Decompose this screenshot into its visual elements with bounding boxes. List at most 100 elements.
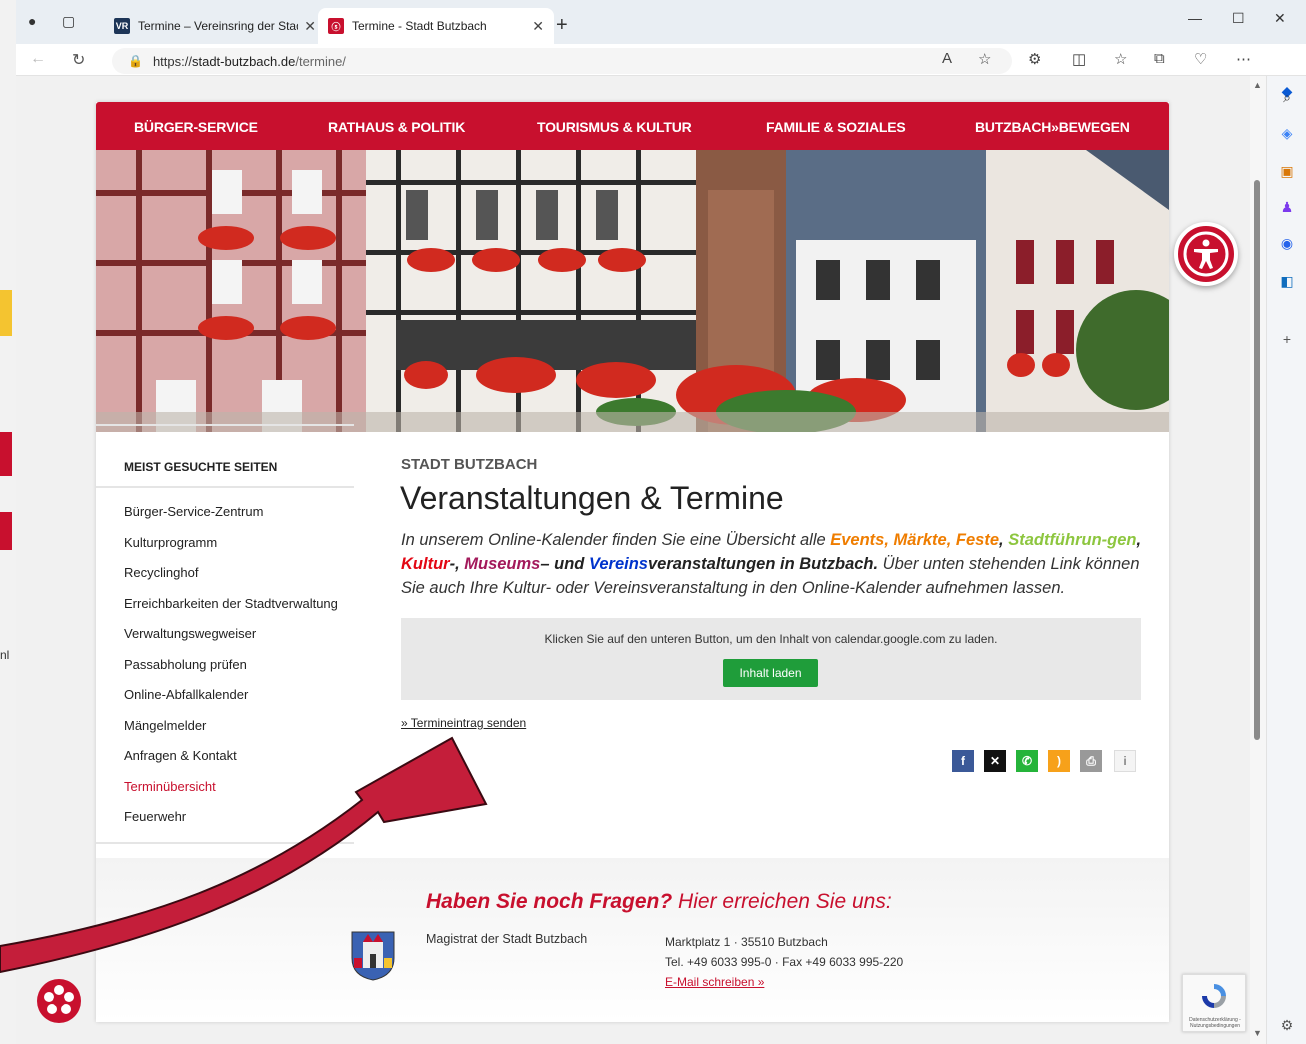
background-window: nl <box>0 0 16 1044</box>
sidebar-link-passabholung[interactable]: Passabholung prüfen <box>124 657 338 688</box>
footer-organization: Magistrat der Stadt Butzbach <box>426 932 588 946</box>
profile-icon[interactable]: ● <box>28 13 36 29</box>
x-icon[interactable]: ✕ <box>984 750 1006 772</box>
sidebar-link-kulturprogramm[interactable]: Kulturprogramm <box>124 535 338 566</box>
close-window-icon[interactable]: ✕ <box>1274 10 1286 27</box>
new-tab-icon[interactable]: + <box>556 14 568 37</box>
divider <box>96 486 354 488</box>
background-text-fragment: nl <box>0 648 10 662</box>
intro-text: In unserem Online-Kalender finden Sie ei… <box>401 528 1146 600</box>
footer-contact: Marktplatz 1 · 35510 Butzbach Tel. +49 6… <box>665 932 903 992</box>
maximize-icon[interactable]: ☐ <box>1232 10 1245 27</box>
page-title: Veranstaltungen & Termine <box>400 480 784 516</box>
collections-icon[interactable]: ⧉ <box>1154 50 1165 67</box>
lock-icon: 🔒 <box>128 54 143 68</box>
intro-museums: Museums <box>464 555 541 573</box>
outlook-icon[interactable]: ◧ <box>1276 270 1298 292</box>
browser-essentials-icon[interactable]: ♡ <box>1194 50 1207 68</box>
intro-comma: , <box>999 531 1009 549</box>
intro-und: – und <box>540 555 589 573</box>
tab-stadt-butzbach[interactable]: ⓢ Termine - Stadt Butzbach ✕ <box>318 8 554 44</box>
sidebar-link-buerger-service-zentrum[interactable]: Bürger-Service-Zentrum <box>124 504 338 535</box>
nav-item-butzbach-bewegen[interactable]: BUTZBACH»BEWEGEN <box>975 119 1130 135</box>
nav-item-rathaus-politik[interactable]: RATHAUS & POLITIK <box>328 119 465 135</box>
sidebar-link-feuerwehr[interactable]: Feuerwehr <box>124 809 338 840</box>
sidebar-link-anfragen-kontakt[interactable]: Anfragen & Kontakt <box>124 748 338 779</box>
scroll-down-icon[interactable]: ▼ <box>1253 1028 1262 1038</box>
calendar-embed-placeholder: Klicken Sie auf den unteren Button, um d… <box>401 618 1141 700</box>
page-kicker: STADT BUTZBACH <box>401 456 538 473</box>
sidebar-link-recyclinghof[interactable]: Recyclinghof <box>124 565 338 596</box>
split-screen-icon[interactable]: ◫ <box>1072 50 1086 68</box>
url-prefix: https:// <box>152 53 192 69</box>
close-icon[interactable]: ✕ <box>532 18 544 35</box>
cookie-settings-icon[interactable] <box>36 978 82 1024</box>
minimize-icon[interactable]: — <box>1188 10 1202 26</box>
url-host: stadt-butzbach.de <box>191 53 296 69</box>
office-icon[interactable]: ◉ <box>1276 232 1298 254</box>
background-red-block <box>0 512 12 550</box>
sidebar-link-abfallkalender[interactable]: Online-Abfallkalender <box>124 687 338 718</box>
intro-feste: Feste <box>955 531 1000 549</box>
nav-item-familie-soziales[interactable]: FAMILIE & SOZIALES <box>766 119 906 135</box>
favorite-star-icon[interactable]: ☆ <box>978 50 991 68</box>
sidebar-settings-icon[interactable]: ⚙ <box>1276 1014 1298 1036</box>
embed-notice: Klicken Sie auf den unteren Button, um d… <box>544 632 998 646</box>
info-icon[interactable]: i <box>1114 750 1136 772</box>
footer-title: Haben Sie noch Fragen? Hier erreichen Si… <box>426 890 892 914</box>
nav-item-tourismus-kultur[interactable]: TOURISMUS & KULTUR <box>537 119 692 135</box>
recaptcha-icon <box>1202 984 1226 1008</box>
whatsapp-icon[interactable]: ✆ <box>1016 750 1038 772</box>
recaptcha-text: Datenschutzerklärung - Nutzungsbedingung… <box>1189 1017 1241 1029</box>
main-navigation: BÜRGER-SERVICE RATHAUS & POLITIK TOURISM… <box>96 102 1169 150</box>
print-icon[interactable]: ⎙ <box>1080 750 1102 772</box>
accessibility-button[interactable] <box>1174 222 1238 286</box>
close-icon[interactable]: ✕ <box>304 18 316 35</box>
sidebar-link-maengelmelder[interactable]: Mängelmelder <box>124 718 338 749</box>
add-sidebar-icon[interactable]: + <box>1276 328 1298 350</box>
hero-image <box>96 150 1169 432</box>
read-aloud-icon[interactable]: A <box>942 50 952 67</box>
footer-address: Marktplatz 1 · 35510 Butzbach <box>665 935 828 949</box>
intro-veranstaltungen: veranstaltungen in Butzbach. <box>647 555 879 573</box>
shopping-icon[interactable]: ◈ <box>1276 122 1298 144</box>
page-container: BÜRGER-SERVICE RATHAUS & POLITIK TOURISM… <box>96 102 1169 1022</box>
sidebar-link-erreichbarkeiten[interactable]: Erreichbarkeiten der Stadtverwaltung <box>124 596 338 627</box>
page-viewport: BÜRGER-SERVICE RATHAUS & POLITIK TOURISM… <box>16 76 1250 1044</box>
butzbach-favicon: ⓢ <box>328 18 344 34</box>
url-input[interactable]: 🔒 https://stadt-butzbach.de/termine/ <box>112 48 1012 74</box>
sidebar-link-list: Bürger-Service-Zentrum Kulturprogramm Re… <box>124 504 338 840</box>
back-icon[interactable]: ← <box>30 50 46 68</box>
footer-phone: Tel. +49 6033 995-0 · Fax +49 6033 995-2… <box>665 955 904 969</box>
favorites-icon[interactable]: ☆ <box>1114 50 1127 68</box>
scroll-up-icon[interactable]: ▲ <box>1253 80 1262 90</box>
footer <box>96 858 1169 1022</box>
sidebar-title: MEIST GESUCHTE SEITEN <box>124 460 278 474</box>
load-content-button[interactable]: Inhalt laden <box>723 659 818 687</box>
address-bar-row: ← ↻ 🔒 https://stadt-butzbach.de/termine/… <box>16 44 1306 76</box>
extensions-icon[interactable]: ⚙ <box>1028 50 1041 68</box>
background-yellow-block <box>0 290 12 336</box>
intro-comma: , <box>1136 531 1142 549</box>
more-menu-icon[interactable]: ⋯ <box>1236 50 1251 68</box>
tab-vereinsring[interactable]: VR Termine – Vereinsring der Stadt B ✕ <box>104 8 326 44</box>
nav-item-buerger-service[interactable]: BÜRGER-SERVICE <box>134 119 258 135</box>
intro-dash: -, <box>449 555 465 573</box>
tab-actions-icon[interactable]: ▢ <box>62 13 75 30</box>
sidebar-link-verwaltungswegweiser[interactable]: Verwaltungswegweiser <box>124 626 338 657</box>
email-link[interactable]: E-Mail schreiben » <box>665 975 764 989</box>
intro-comma: , <box>884 531 894 549</box>
games-icon[interactable]: ♟ <box>1276 196 1298 218</box>
page-scrollbar[interactable]: ▲ ▼ <box>1250 76 1266 1044</box>
url-path: /termine/ <box>295 53 346 69</box>
rss-icon[interactable]: ) <box>1048 750 1070 772</box>
tools-icon[interactable]: ▣ <box>1276 160 1298 182</box>
submit-event-link[interactable]: » Termineintrag senden <box>401 716 526 730</box>
search-icon[interactable]: ⌕ <box>1276 86 1298 108</box>
recaptcha-badge[interactable]: Datenschutzerklärung - Nutzungsbedingung… <box>1182 974 1246 1032</box>
facebook-icon[interactable]: f <box>952 750 974 772</box>
refresh-icon[interactable]: ↻ <box>72 50 85 70</box>
tab-title: Termine - Stadt Butzbach <box>352 19 487 33</box>
sidebar-link-terminuebersicht[interactable]: Terminübersicht <box>124 779 338 810</box>
scrollbar-thumb[interactable] <box>1254 180 1260 740</box>
